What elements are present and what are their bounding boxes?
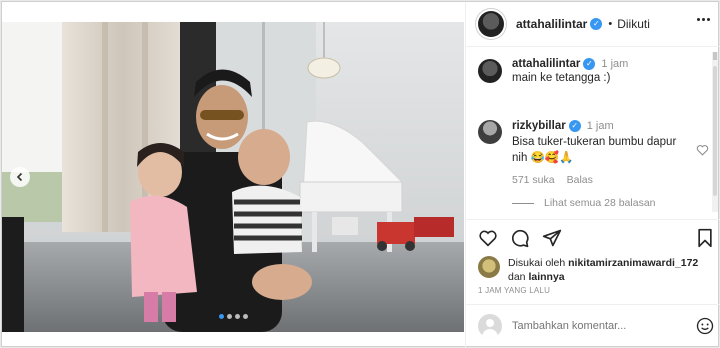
post-timestamp[interactable]: 1 JAM YANG LALU <box>478 286 550 295</box>
comment-reply-button[interactable]: Balas <box>567 174 593 186</box>
carousel-dot <box>242 314 248 319</box>
author-username[interactable]: attahalilintar <box>516 17 587 31</box>
comment-bubble-icon[interactable] <box>510 228 530 248</box>
liker-avatar[interactable] <box>478 256 500 278</box>
comment-composer <box>478 313 714 339</box>
carousel-dot <box>218 314 224 319</box>
liked-by-conj: dan <box>508 271 526 283</box>
share-send-icon[interactable] <box>542 228 562 248</box>
caption: attahalilintar ✓ 1 jam main ke tetangga … <box>478 58 708 84</box>
post-photo[interactable] <box>2 22 464 332</box>
save-bookmark-icon[interactable] <box>696 228 714 248</box>
comment-time: 1 jam <box>586 120 614 132</box>
like-heart-icon[interactable] <box>478 229 498 247</box>
actions-divider <box>466 219 720 220</box>
follow-separator: • <box>608 18 613 30</box>
liked-by-prefix: Disukai oleh <box>508 257 566 269</box>
caption-time: 1 jam <box>601 58 629 70</box>
comment-heart-icon[interactable] <box>696 144 709 156</box>
action-bar <box>478 228 714 248</box>
liked-by-others[interactable]: lainnya <box>528 271 564 283</box>
post-header: attahalilintar ✓ • Diikuti <box>478 10 650 38</box>
carousel-prev-button[interactable] <box>10 167 30 187</box>
caption-username[interactable]: attahalilintar <box>512 58 580 70</box>
input-divider <box>466 304 720 305</box>
emoji-picker-icon[interactable] <box>696 317 714 335</box>
header-divider <box>466 46 720 47</box>
view-replies-link[interactable]: Lihat semua 28 balasan <box>512 197 656 209</box>
current-user-avatar <box>478 314 502 338</box>
photo-illustration <box>2 22 464 332</box>
follow-status-button[interactable]: Diikuti <box>617 17 650 31</box>
more-options-icon[interactable] <box>697 18 710 21</box>
post-window: attahalilintar ✓ • Diikuti attahalilinta… <box>1 1 720 348</box>
comment-text-line2: nih <box>512 152 528 164</box>
verified-badge-icon: ✓ <box>568 120 581 132</box>
comments-scrollbar[interactable] <box>712 52 718 212</box>
commenter-avatar[interactable] <box>478 120 502 144</box>
comment-emojis: 😂🥰🙏 <box>530 152 574 164</box>
comment: rizkybillar ✓ 1 jam Bisa tuker-tukeran b… <box>478 120 709 186</box>
commenter-username[interactable]: rizkybillar <box>512 120 566 132</box>
carousel-dot <box>226 314 232 319</box>
liked-by-user[interactable]: nikitamirzanimawardi_172 <box>568 257 698 269</box>
comment-text-line1: Bisa tuker-tukeran bumbu dapur <box>512 136 677 148</box>
caption-text: main ke tetangga :) <box>512 72 611 84</box>
verified-badge-icon: ✓ <box>590 18 603 30</box>
verified-badge-icon: ✓ <box>583 58 596 70</box>
caption-avatar[interactable] <box>478 59 502 83</box>
carousel-indicator <box>2 306 464 324</box>
comment-like-count[interactable]: 571 suka <box>512 174 555 186</box>
post-side-panel: attahalilintar ✓ • Diikuti attahalilinta… <box>465 2 720 348</box>
author-avatar[interactable] <box>478 11 504 37</box>
chevron-left-icon <box>16 172 23 182</box>
liked-by: Disukai oleh nikitamirzanimawardi_172 da… <box>478 256 714 284</box>
comment-input[interactable] <box>512 320 672 332</box>
carousel-dot <box>234 314 240 319</box>
